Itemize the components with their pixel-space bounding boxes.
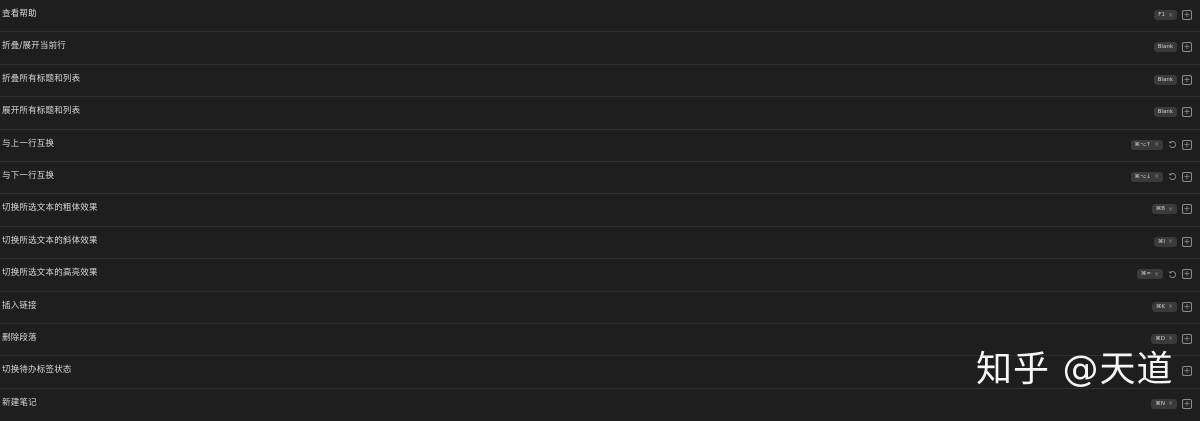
remove-hotkey-icon[interactable]: × (1168, 206, 1173, 213)
hotkey-row: 切换所选文本的粗体效果 ⌘B × + (0, 194, 1200, 227)
remove-hotkey-icon[interactable]: × (1168, 238, 1173, 245)
hotkey-row: 切换所选文本的高亮效果 ⌘= × + (0, 259, 1200, 292)
add-hotkey-button[interactable]: + (1182, 269, 1192, 280)
hotkey-label: 新建笔记 (2, 397, 37, 408)
hotkey-row: 与上一行互换 ⌘⌥↑ × + (0, 130, 1200, 162)
hotkey-chip[interactable]: Blank (1153, 42, 1177, 53)
hotkey-controls: + (1182, 365, 1192, 377)
add-hotkey-button[interactable]: + (1182, 139, 1192, 150)
hotkey-controls: ⌘N × + (1151, 398, 1192, 410)
hotkey-controls: ⌘= × + (1136, 268, 1192, 280)
hotkey-chip[interactable]: ⌘B × (1151, 204, 1177, 215)
hotkey-label: 折叠所有标题和列表 (2, 73, 81, 84)
hotkey-chip[interactable]: F1 × (1154, 10, 1177, 20)
remove-hotkey-icon[interactable]: × (1154, 173, 1159, 180)
hotkey-row: 插入链接 ⌘K × + (0, 292, 1200, 324)
hotkey-keys: ⌘K (1155, 303, 1165, 310)
hotkey-controls: Blank + (1153, 41, 1192, 53)
hotkey-chip[interactable]: ⌘⌥↑ × (1130, 139, 1163, 150)
hotkey-controls: ⌘I × + (1153, 236, 1192, 248)
hotkey-keys: ⌘B (1155, 206, 1165, 213)
remove-hotkey-icon[interactable]: × (1168, 400, 1173, 407)
remove-hotkey-icon[interactable]: × (1154, 271, 1159, 278)
reset-icon[interactable] (1168, 270, 1177, 279)
hotkey-label: 折叠/展开当前行 (2, 41, 66, 52)
hotkey-label: 查看帮助 (2, 9, 37, 19)
add-hotkey-button[interactable]: + (1182, 107, 1192, 118)
hotkey-row: 查看帮助 F1 × + (0, 0, 1200, 33)
hotkey-controls: ⌘K × + (1151, 301, 1192, 313)
hotkey-keys: ⌘N (1155, 400, 1165, 407)
hotkey-chip[interactable]: ⌘⌥↓ × (1130, 171, 1163, 182)
hotkey-keys: Blank (1157, 109, 1173, 116)
hotkey-keys: ⌘= (1140, 271, 1151, 278)
hotkey-label: 与下一行互换 (2, 170, 55, 181)
hotkey-controls: ⌘⌥↓ × + (1130, 171, 1192, 183)
hotkey-keys: ⌘⌥↑ (1134, 141, 1151, 148)
hotkey-controls: ⌘B × + (1151, 203, 1192, 215)
remove-hotkey-icon[interactable]: × (1168, 12, 1173, 19)
hotkey-controls: ⌘⌥↑ × + (1130, 139, 1192, 151)
hotkey-chip[interactable]: ⌘I × (1153, 236, 1177, 247)
add-hotkey-button[interactable]: + (1182, 171, 1192, 182)
hotkey-label: 与上一行互换 (2, 138, 55, 149)
hotkey-label: 切换待办标签状态 (2, 365, 72, 376)
hotkey-chip[interactable]: ⌘N × (1151, 398, 1177, 409)
hotkey-label: 删除段落 (2, 332, 37, 343)
add-hotkey-button[interactable]: + (1182, 366, 1192, 377)
hotkey-label: 切换所选文本的斜体效果 (2, 235, 98, 246)
remove-hotkey-icon[interactable]: × (1168, 303, 1173, 310)
add-hotkey-button[interactable]: + (1182, 10, 1192, 20)
reset-icon[interactable] (1168, 140, 1177, 149)
hotkey-controls: F1 × + (1154, 9, 1192, 21)
hotkey-chip[interactable]: Blank (1153, 107, 1177, 118)
hotkey-row: 折叠/展开当前行 Blank + (0, 32, 1200, 65)
hotkey-label: 插入链接 (2, 300, 37, 311)
hotkey-row: 新建笔记 ⌘N × + (0, 389, 1200, 421)
add-hotkey-button[interactable]: + (1182, 74, 1192, 85)
add-hotkey-button[interactable]: + (1182, 301, 1192, 312)
hotkey-label: 展开所有标题和列表 (2, 106, 81, 117)
add-hotkey-button[interactable]: + (1182, 398, 1192, 409)
hotkey-controls: Blank + (1153, 74, 1192, 86)
hotkey-row: 折叠所有标题和列表 Blank + (0, 65, 1200, 98)
hotkey-keys: F1 (1158, 12, 1165, 18)
remove-hotkey-icon[interactable]: × (1154, 141, 1159, 148)
add-hotkey-button[interactable]: + (1182, 42, 1192, 53)
hotkey-keys: ⌘⌥↓ (1134, 173, 1151, 180)
hotkey-keys: ⌘I (1157, 238, 1165, 245)
add-hotkey-button[interactable]: + (1182, 236, 1192, 247)
hotkey-row: 与下一行互换 ⌘⌥↓ × + (0, 162, 1200, 195)
hotkey-label: 切换所选文本的粗体效果 (2, 203, 98, 214)
reset-icon[interactable] (1168, 172, 1177, 181)
hotkey-row: 展开所有标题和列表 Blank + (0, 97, 1200, 130)
add-hotkey-button[interactable]: + (1182, 204, 1192, 215)
hotkey-keys: Blank (1157, 44, 1173, 51)
hotkey-chip[interactable]: ⌘K × (1151, 301, 1177, 312)
hotkey-label: 切换所选文本的高亮效果 (2, 268, 98, 279)
hotkey-chip[interactable]: ⌘= × (1136, 269, 1163, 280)
hotkey-keys: Blank (1157, 76, 1173, 83)
add-hotkey-button[interactable]: + (1182, 333, 1192, 344)
hotkey-controls: Blank + (1153, 106, 1192, 118)
watermark: 知乎 @天道 (976, 349, 1174, 390)
hotkey-row: 切换所选文本的斜体效果 ⌘I × + (0, 227, 1200, 260)
hotkey-chip[interactable]: Blank (1153, 74, 1177, 85)
